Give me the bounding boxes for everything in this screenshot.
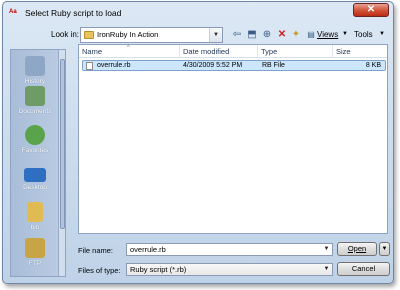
close-button[interactable]: ✕	[353, 3, 389, 17]
file-size-cell: 8 KB	[365, 62, 381, 69]
app-icon: Aa	[9, 9, 17, 15]
place-documents[interactable]: Documents	[11, 86, 59, 115]
views-icon[interactable]: ▤	[305, 29, 317, 41]
file-type-cell: RB File	[262, 62, 285, 69]
folder-icon	[27, 202, 43, 222]
place-label: Documents	[18, 108, 52, 115]
place-label: Desktop	[23, 184, 47, 191]
column-headers: Name ^ Date modified Type Size	[79, 45, 387, 58]
place-label: History	[24, 78, 46, 85]
place-label: Favorites	[21, 147, 49, 154]
open-options-button[interactable]: ▼	[379, 242, 390, 256]
tools-chevron-icon[interactable]: ▼	[379, 31, 385, 37]
column-header-name[interactable]: Name ^	[79, 45, 180, 58]
place-favorites[interactable]: Favorites	[11, 125, 59, 154]
file-list[interactable]: Name ^ Date modified Type Size overrule.…	[78, 44, 388, 234]
file-name-cell: overrule.rb	[97, 62, 131, 69]
filename-value: overrule.rb	[130, 245, 166, 254]
up-folder-icon[interactable]: ⬒	[246, 29, 258, 41]
new-folder-icon[interactable]: ✦	[290, 29, 302, 41]
place-history[interactable]: History	[11, 56, 59, 85]
filetype-value: Ruby script (*.rb)	[130, 265, 187, 274]
chevron-down-icon[interactable]: ▼	[322, 265, 331, 274]
favorites-icon	[25, 125, 45, 145]
documents-icon	[25, 86, 45, 106]
column-header-type[interactable]: Type	[258, 45, 333, 58]
column-header-size[interactable]: Size	[333, 45, 388, 58]
views-menu[interactable]: Views	[317, 30, 338, 39]
places-scrollbar[interactable]	[58, 50, 65, 276]
history-icon	[25, 56, 45, 76]
back-icon[interactable]: ⇦	[231, 29, 243, 41]
lookin-label: Look in:	[51, 30, 80, 39]
place-ftp[interactable]: FTP	[11, 238, 59, 267]
delete-icon[interactable]: ✕	[276, 29, 288, 41]
file-date-cell: 4/30/2009 5:52 PM	[183, 62, 243, 69]
filename-label: File name:	[78, 246, 114, 255]
sort-ascending-icon: ^	[127, 45, 130, 51]
views-chevron-icon[interactable]: ▼	[342, 31, 348, 37]
column-header-date[interactable]: Date modified	[180, 45, 258, 58]
place-label: FTP	[28, 260, 42, 267]
tools-menu[interactable]: Tools	[354, 30, 373, 39]
file-icon	[86, 62, 93, 70]
place-desktop[interactable]: Desktop	[11, 164, 59, 191]
filename-input[interactable]: overrule.rb ▼	[126, 243, 333, 256]
window-title: Select Ruby script to load	[25, 8, 122, 18]
chevron-down-icon[interactable]: ▼	[209, 28, 222, 42]
ftp-icon	[25, 238, 45, 258]
filetype-label: Files of type:	[78, 266, 121, 275]
place-bin[interactable]: bin	[11, 202, 59, 231]
chevron-down-icon: ▼	[381, 246, 388, 252]
lookin-dropdown[interactable]: IronRuby In Action ▼	[80, 27, 223, 43]
chevron-down-icon[interactable]: ▼	[322, 245, 331, 254]
lookin-value: IronRuby In Action	[97, 30, 159, 39]
close-icon: ✕	[366, 4, 376, 15]
filetype-dropdown[interactable]: Ruby script (*.rb) ▼	[126, 263, 333, 276]
file-dialog-window: Aa Select Ruby script to load ✕ Look in:…	[2, 1, 394, 284]
title-bar: Aa Select Ruby script to load ✕	[3, 2, 393, 24]
desktop-icon	[24, 168, 46, 182]
cancel-button[interactable]: Cancel	[337, 262, 390, 276]
open-button[interactable]: Open	[337, 242, 377, 256]
lookin-row: Look in: IronRuby In Action ▼ ⇦ ⬒ ⊕ ✕ ✦ …	[3, 27, 393, 45]
place-label: bin	[30, 224, 40, 231]
places-bar: History Documents Favorites Desktop bin …	[10, 49, 66, 277]
folder-icon	[84, 31, 94, 39]
search-web-icon[interactable]: ⊕	[261, 29, 273, 41]
places-scroll-thumb[interactable]	[60, 59, 65, 229]
file-row-selected[interactable]: overrule.rb 4/30/2009 5:52 PM RB File 8 …	[82, 60, 386, 71]
